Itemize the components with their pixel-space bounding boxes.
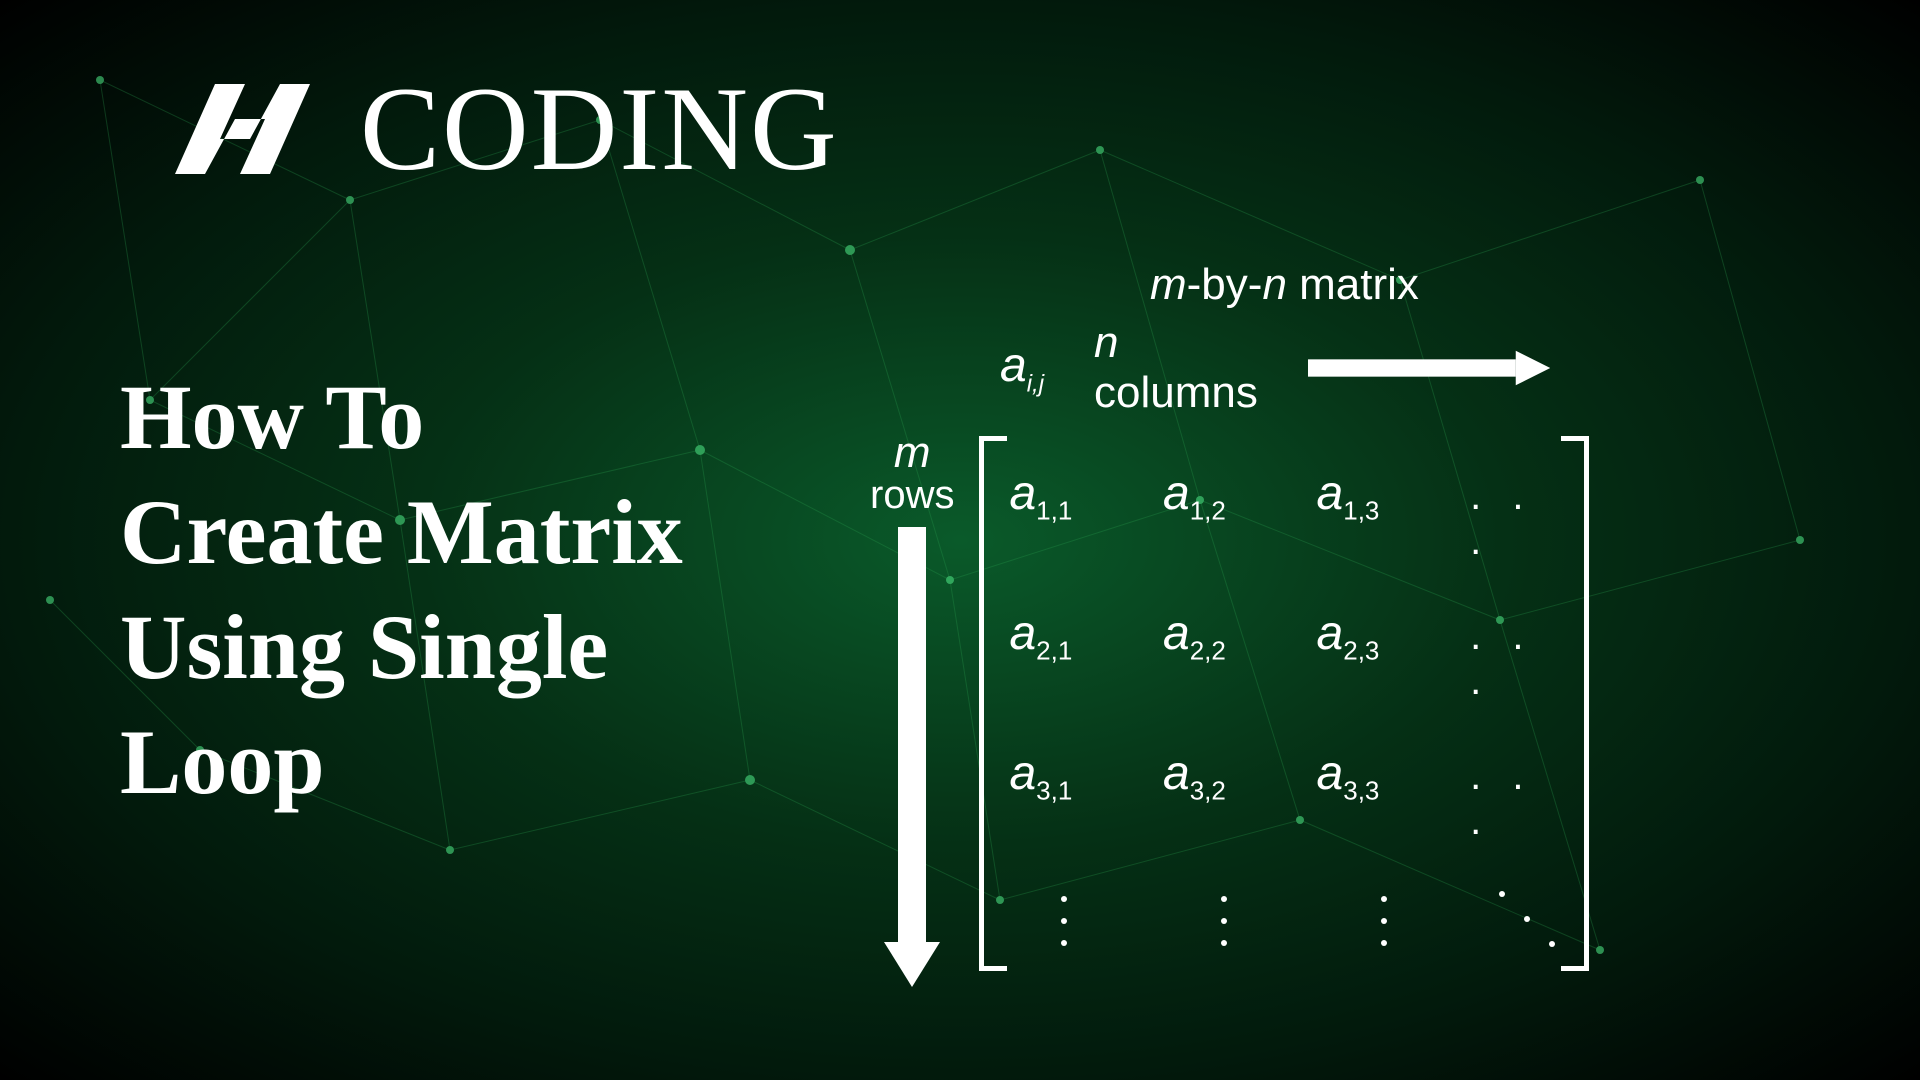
matrix-row-3: a3,1 a3,2 a3,3 . . .	[1009, 746, 1569, 844]
cell-3-1: a3,1	[1009, 746, 1113, 807]
cell-1-2: a1,2	[1163, 466, 1267, 527]
bracket-left	[979, 436, 1007, 971]
header-n: n	[1262, 260, 1286, 309]
vdots-2	[1169, 888, 1279, 954]
cell-2-1: a2,1	[1009, 606, 1113, 667]
matrix-row-vdots	[1009, 886, 1569, 956]
ddots	[1489, 886, 1569, 956]
hdots-1: . . .	[1470, 474, 1569, 564]
header-m: m	[1150, 260, 1187, 309]
aij-label: ai,j	[1000, 338, 1044, 399]
hdots-3: . . .	[1470, 754, 1569, 844]
n-columns-text: n columns	[1094, 318, 1268, 418]
cell-2-2: a2,2	[1163, 606, 1267, 667]
rows-label-block: m rows	[870, 431, 954, 992]
header-matrix: matrix	[1287, 260, 1419, 309]
aij-a: a	[1000, 339, 1027, 392]
columns-label-row: ai,j n columns	[1000, 318, 1550, 418]
main-title: How To Create Matrix Using Single Loop	[120, 360, 683, 820]
rows-section: m rows a1,1 a1,2 a1,3 . . . a2,1	[870, 436, 1550, 992]
rows-label: rows	[870, 475, 954, 515]
title-line-2: Create Matrix	[120, 475, 683, 590]
cell-3-3: a3,3	[1317, 746, 1421, 807]
aij-sub: i,j	[1027, 370, 1044, 397]
logo-section: CODING	[170, 60, 839, 198]
logo-text: CODING	[360, 60, 839, 198]
arrow-right-icon	[1308, 348, 1550, 388]
arrow-down-icon	[884, 527, 940, 987]
vdots-1	[1009, 888, 1119, 954]
ncols-txt: columns	[1094, 368, 1258, 417]
matrix-row-2: a2,1 a2,2 a2,3 . . .	[1009, 606, 1569, 704]
logo-icon	[170, 79, 330, 179]
cell-1-3: a1,3	[1317, 466, 1421, 527]
matrix-bracket: a1,1 a1,2 a1,3 . . . a2,1 a2,2 a2,3 . . …	[979, 436, 1589, 971]
matrix-row-1: a1,1 a1,2 a1,3 . . .	[1009, 466, 1569, 564]
matrix-diagram: m-by-n matrix ai,j n columns m rows	[870, 260, 1550, 992]
vdots-3	[1329, 888, 1439, 954]
cell-2-3: a2,3	[1317, 606, 1421, 667]
title-line-3: Using Single	[120, 590, 683, 705]
cell-1-1: a1,1	[1009, 466, 1113, 527]
m-label: m	[870, 431, 954, 475]
title-line-1: How To	[120, 360, 683, 475]
header-by: -by-	[1187, 260, 1263, 309]
hdots-2: . . .	[1470, 614, 1569, 704]
matrix-header: m-by-n matrix	[1150, 260, 1550, 310]
ncols-n: n	[1094, 318, 1118, 367]
title-line-4: Loop	[120, 705, 683, 820]
cell-3-2: a3,2	[1163, 746, 1267, 807]
